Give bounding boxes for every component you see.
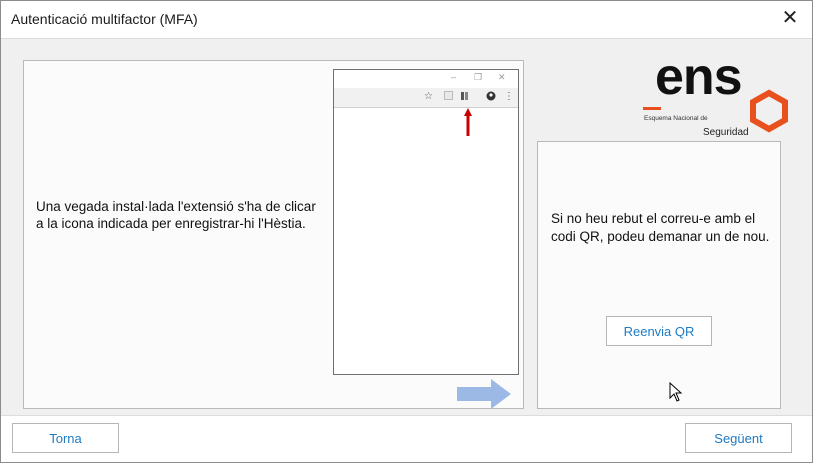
browser-titlebar: – ❐ ✕ <box>334 70 518 88</box>
logo-text: ens <box>655 48 743 106</box>
window-title: Autenticació multifactor (MFA) <box>11 11 198 27</box>
resend-qr-button[interactable]: Reenvia QR <box>606 316 712 346</box>
menu-icon: ⋮ <box>504 91 514 102</box>
next-button[interactable]: Següent <box>685 423 792 453</box>
logo-mark-icon <box>750 89 788 133</box>
star-icon: ☆ <box>424 91 433 102</box>
ens-logo: ens Esquema Nacional de Seguridad <box>641 48 791 141</box>
title-bar: Autenticació multifactor (MFA) ✕ <box>1 1 812 37</box>
resend-panel: Si no heu rebut el correu-e amb el codi … <box>537 141 781 409</box>
instruction-panel: Una vegada instal·lada l'extensió s'ha d… <box>23 60 524 409</box>
extension-icon <box>444 91 453 103</box>
restore-icon: ❐ <box>474 72 483 82</box>
account-icon <box>486 91 496 104</box>
red-arrow-icon <box>464 108 472 136</box>
next-arrow-icon <box>457 379 511 409</box>
browser-toolbar: ☆ ⋮ <box>334 88 518 108</box>
content-area: Una vegada instal·lada l'extensió s'ha d… <box>1 38 812 416</box>
browser-screenshot: – ❐ ✕ ☆ ⋮ <box>333 69 519 375</box>
logo-underline <box>643 107 661 110</box>
mouse-cursor-icon <box>669 382 683 402</box>
close-browser-icon: ✕ <box>498 72 506 82</box>
resend-message: Si no heu rebut el correu-e amb el codi … <box>551 211 770 244</box>
logo-subtitle-1: Esquema Nacional de <box>644 115 708 122</box>
close-icon[interactable]: ✕ <box>768 1 812 37</box>
minimize-icon: – <box>451 72 457 82</box>
logo-subtitle-2: Seguridad <box>703 127 749 138</box>
dialog-window: Autenticació multifactor (MFA) ✕ Una veg… <box>0 0 813 463</box>
puzzle-icon <box>460 91 469 104</box>
back-button[interactable]: Torna <box>12 423 119 453</box>
instruction-text: Una vegada instal·lada l'extensió s'ha d… <box>36 199 316 231</box>
